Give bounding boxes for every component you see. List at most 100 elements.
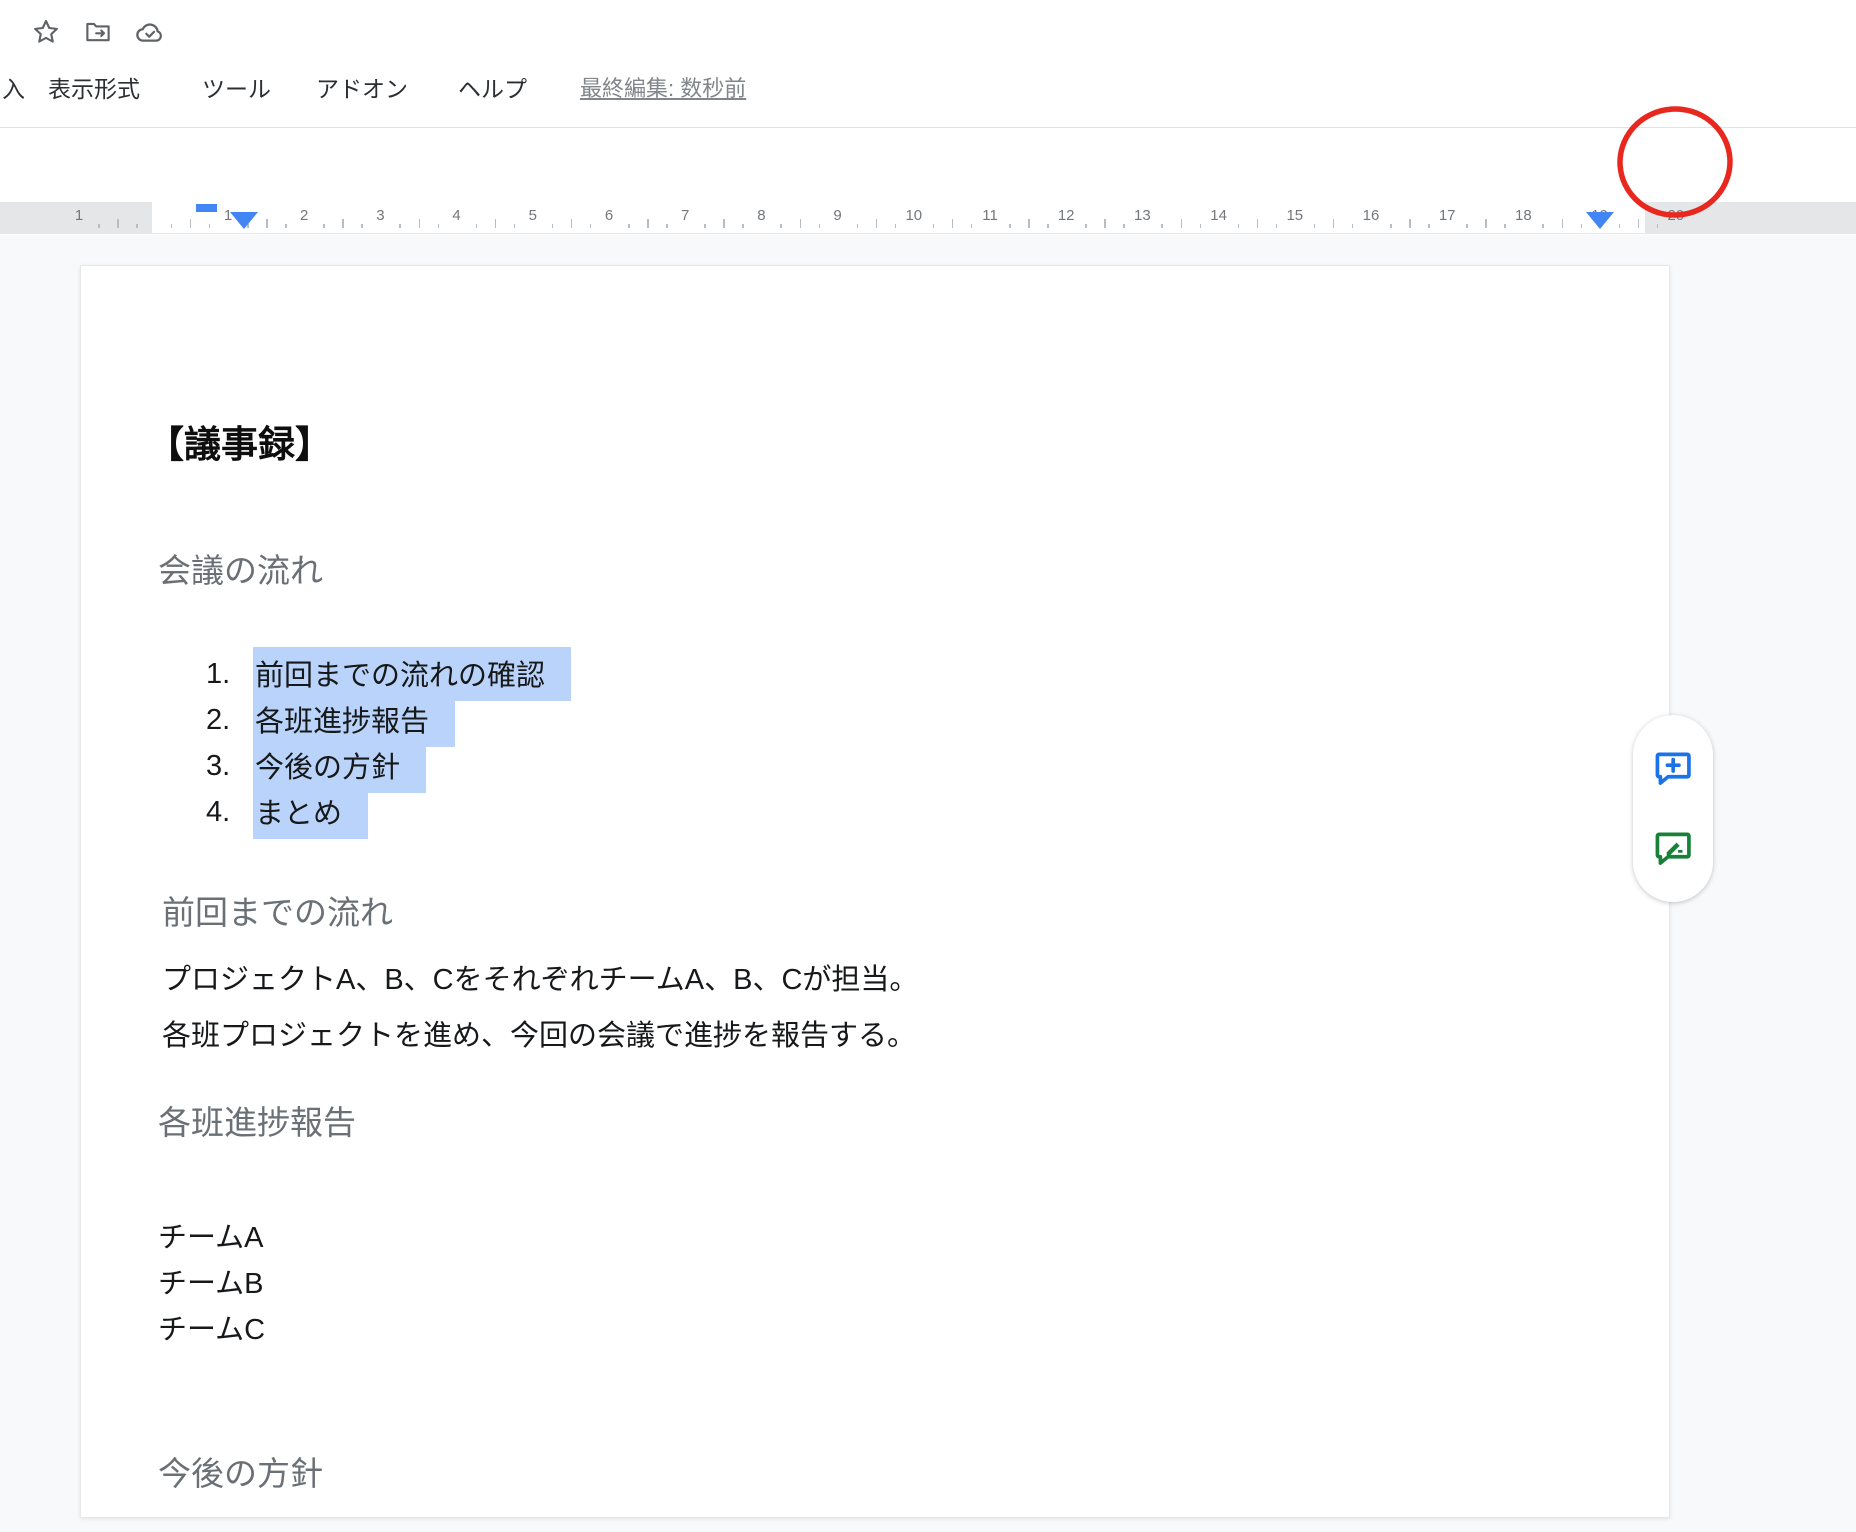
agenda-list: 1. 前回までの流れの確認 2. 各班進捗報告 3. 今後の方針 4. まとめ [81,651,1669,835]
ruler-tick [1028,219,1030,228]
ruler-tick [971,224,973,228]
first-line-indent-marker[interactable] [196,204,217,212]
ruler-tick [1638,219,1640,228]
ruler-number: 11 [982,207,998,224]
move-folder-icon[interactable] [82,16,114,48]
ruler-tick [1352,224,1354,228]
list-number: 4. [206,796,253,829]
ruler-tick [1047,224,1049,228]
cloud-check-icon[interactable] [134,16,166,48]
menu-addons[interactable]: アドオン [316,70,408,104]
ruler-tick [647,219,649,228]
list-number: 1. [206,658,253,691]
ruler-tick [590,224,592,228]
paragraph-line[interactable]: 各班プロジェクトを進め、今回の会議で進捗を報告する。 [162,1008,918,1064]
ruler-number: 6 [605,207,613,224]
ruler-tick [1276,224,1278,228]
menu-help[interactable]: ヘルプ [458,70,527,104]
ruler-tick [895,224,897,228]
ruler-tick [266,219,268,228]
ruler-tick [1200,224,1202,228]
ruler-tick [1238,224,1240,228]
ruler-tick [209,224,211,228]
ruler-tick [800,219,802,228]
list-item[interactable]: 2. 各班進捗報告 [81,697,1669,743]
suggest-edits-button[interactable] [1650,825,1696,871]
ruler-tick [666,224,668,228]
ruler-number: 4 [452,207,460,224]
ruler-number: 5 [529,207,537,224]
ruler-number: 7 [681,207,689,224]
list-number: 2. [206,704,253,737]
ruler-tick [1562,219,1564,228]
ruler-tick [552,224,554,228]
ruler-tick [1409,219,1411,228]
ruler-tick [628,224,630,228]
heading-policy[interactable]: 今後の方針 [158,1447,323,1495]
list-item[interactable]: 4. まとめ [81,789,1669,835]
menu-tools[interactable]: ツール [202,70,271,104]
ruler-tick [476,224,478,228]
left-indent-marker[interactable] [230,212,258,229]
ruler-tick [98,224,100,228]
ruler-tick [1619,224,1621,228]
list-item[interactable]: 3. 今後の方針 [81,743,1669,789]
ruler-tick [1257,219,1259,228]
right-indent-marker[interactable] [1586,212,1614,229]
ruler-number: 2 [300,207,308,224]
last-edit-link[interactable]: 最終編集: 数秒前 [580,71,746,103]
ruler-tick [419,219,421,228]
ruler[interactable]: 11234567891011121314151617181920 [0,202,1856,234]
team-line[interactable]: チームB [158,1261,265,1307]
ruler-tick [1428,224,1430,228]
ruler-tick [1123,224,1125,228]
paragraph[interactable]: プロジェクトA、B、CをそれぞれチームA、B、Cが担当。 各班プロジェクトを進め… [162,952,918,1064]
ruler-tick [1542,224,1544,228]
ruler-tick [190,219,192,228]
document-page[interactable]: 【議事録】 会議の流れ 1. 前回までの流れの確認 2. 各班進捗報告 3. 今… [80,265,1670,1518]
suggest-edit-green-icon [1652,827,1694,869]
ruler-tick [1581,224,1583,228]
doc-title[interactable]: 【議事録】 [147,414,332,468]
menu-insert-partial[interactable]: 入 [2,70,25,104]
list-item[interactable]: 1. 前回までの流れの確認 [81,651,1669,697]
selected-text[interactable]: まとめ [253,785,368,839]
ruler-tick [1657,224,1659,228]
ruler-tick [933,224,935,228]
ruler-tick [1104,219,1106,228]
ruler-tick [1181,219,1183,228]
ruler-number: 3 [376,207,384,224]
add-comment-float-button[interactable] [1650,745,1696,791]
ruler-tick [1009,224,1011,228]
google-docs-screen: { "header": { "menu_items": { "insert": … [0,0,1856,1532]
ruler-tick [742,224,744,228]
team-line[interactable]: チームA [158,1215,265,1261]
team-line[interactable]: チームC [158,1307,265,1353]
menu-format[interactable]: 表示形式 [48,70,140,104]
ruler-number: 13 [1134,207,1151,224]
ruler-number: 15 [1286,207,1303,224]
ruler-tick [117,219,119,228]
team-list[interactable]: チームA チームB チームC [158,1215,265,1353]
heading-previous-flow[interactable]: 前回までの流れ [162,886,393,934]
heading-progress-report[interactable]: 各班進捗報告 [158,1096,356,1144]
ruler-number: 10 [905,207,922,224]
ruler-tick [1466,224,1468,228]
ruler-number: 16 [1363,207,1380,224]
heading-agenda[interactable]: 会議の流れ [158,544,323,592]
star-icon[interactable] [30,16,62,48]
ruler-tick [514,224,516,228]
ruler-number: 18 [1515,207,1532,224]
ruler-number: 20 [1667,207,1684,224]
document-canvas: 【議事録】 会議の流れ 1. 前回までの流れの確認 2. 各班進捗報告 3. 今… [0,235,1856,1532]
ruler-tick [495,219,497,228]
paragraph-line[interactable]: プロジェクトA、B、CをそれぞれチームA、B、Cが担当。 [162,952,918,1008]
ruler-number: 1 [75,207,83,224]
margin-action-pill [1633,715,1713,902]
ruler-tick [323,224,325,228]
ruler-tick [171,224,173,228]
ruler-tick [438,224,440,228]
menu-bar: 入 表示形式 ツール アドオン ヘルプ 最終編集: 数秒前 [0,64,1856,108]
ruler-tick [571,219,573,228]
ruler-tick [1390,224,1392,228]
